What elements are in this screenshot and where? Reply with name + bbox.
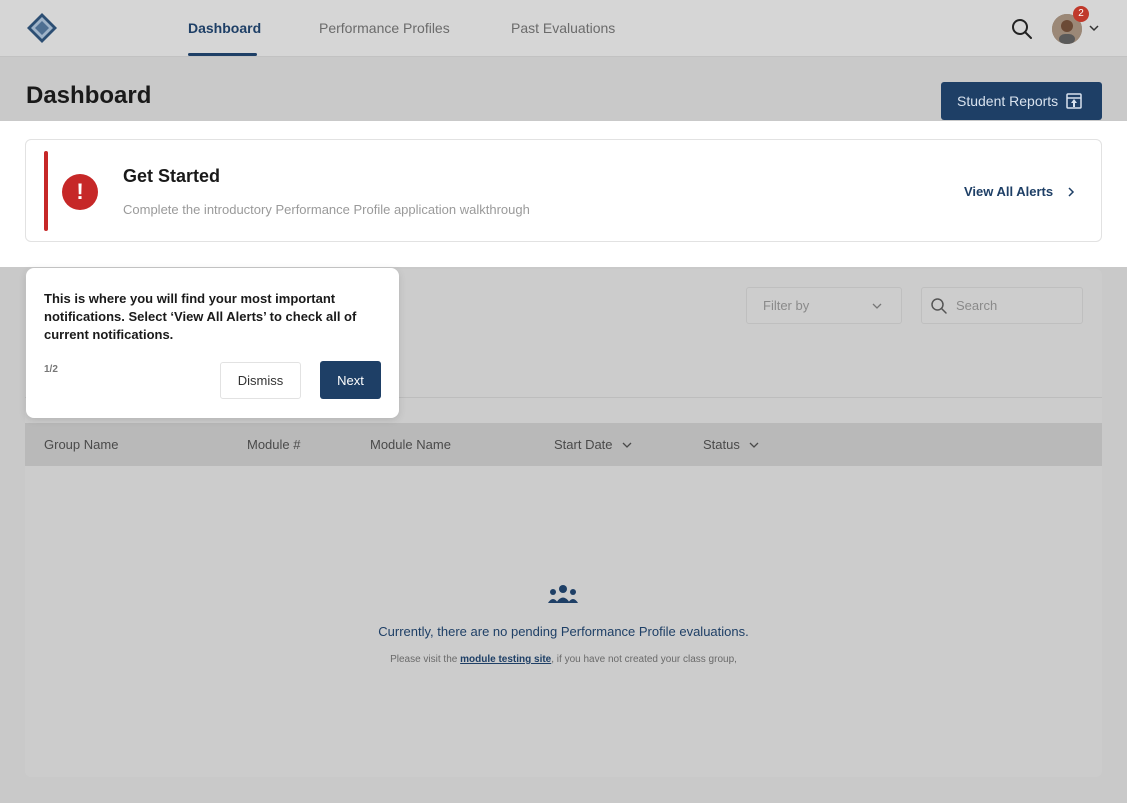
- column-start-date-label: Start Date: [554, 437, 613, 452]
- table-header: Group Name Module # Module Name Start Da…: [25, 423, 1102, 466]
- notification-badge: 2: [1073, 6, 1089, 22]
- alert-card: ! Get Started Complete the introductory …: [25, 139, 1102, 242]
- top-nav: Dashboard Performance Profiles Past Eval…: [0, 0, 1127, 57]
- exclamation-icon: !: [62, 174, 98, 210]
- column-module-name: Module Name: [370, 437, 451, 452]
- dismiss-button[interactable]: Dismiss: [220, 362, 301, 399]
- chevron-right-icon: [1068, 186, 1075, 197]
- view-all-alerts-label: View All Alerts: [964, 184, 1054, 199]
- module-testing-site-link[interactable]: module testing site: [460, 654, 551, 665]
- logo-icon[interactable]: [26, 12, 58, 44]
- filter-label: Filter by: [763, 298, 810, 313]
- next-button[interactable]: Next: [320, 361, 381, 399]
- search-input[interactable]: Search: [921, 287, 1083, 324]
- tooltip-step-counter: 1/2: [44, 364, 58, 375]
- search-icon: [931, 298, 947, 314]
- column-module-number: Module #: [247, 437, 301, 452]
- page-title: Dashboard: [26, 82, 152, 109]
- search-icon[interactable]: [1011, 18, 1033, 40]
- report-upload-icon: [1066, 93, 1082, 109]
- group-icon: [548, 585, 578, 603]
- alert-description: Complete the introductory Performance Pr…: [123, 202, 530, 217]
- sort-chevron-icon: [749, 442, 759, 448]
- search-placeholder: Search: [956, 298, 998, 313]
- alert-title: Get Started: [123, 166, 221, 186]
- chevron-down-icon[interactable]: [1088, 22, 1100, 34]
- column-status-label: Status: [703, 437, 740, 452]
- tab-performance-profiles[interactable]: Performance Profiles: [319, 20, 450, 36]
- column-group-name: Group Name: [44, 437, 119, 452]
- tab-dashboard[interactable]: Dashboard: [188, 20, 261, 36]
- empty-state-suffix: , if you have not created your class gro…: [551, 654, 737, 665]
- sort-chevron-icon: [622, 442, 631, 448]
- chevron-down-icon: [872, 303, 882, 309]
- empty-state-subtitle: Please visit the module testing site, if…: [0, 654, 1127, 665]
- alert-accent-bar: [44, 151, 48, 231]
- empty-state-title: Currently, there are no pending Performa…: [378, 624, 749, 639]
- student-reports-button[interactable]: Student Reports: [941, 82, 1102, 120]
- tooltip-text: This is where you will find your most im…: [44, 291, 357, 342]
- column-status[interactable]: Status: [703, 437, 760, 452]
- walkthrough-tooltip: This is where you will find your most im…: [26, 268, 399, 418]
- column-start-date[interactable]: Start Date: [554, 437, 633, 452]
- active-tab-indicator: [188, 53, 257, 56]
- tab-past-evaluations[interactable]: Past Evaluations: [511, 20, 615, 36]
- view-all-alerts-link[interactable]: View All Alerts: [964, 184, 1075, 199]
- empty-state-prefix: Please visit the: [390, 654, 461, 665]
- filter-dropdown[interactable]: Filter by: [746, 287, 902, 324]
- student-reports-label: Student Reports: [957, 93, 1059, 109]
